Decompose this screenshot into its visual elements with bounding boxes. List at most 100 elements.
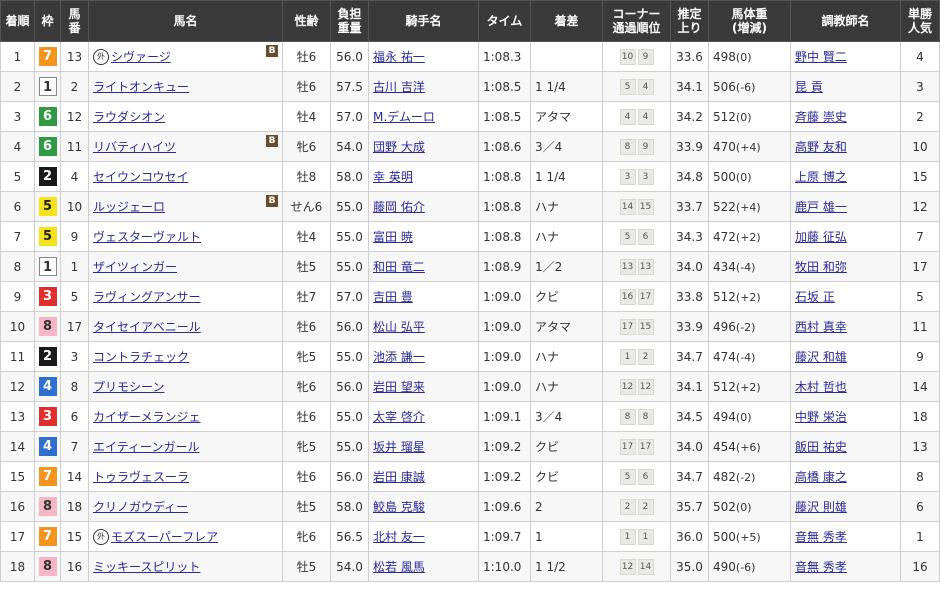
body-weight-cell: 512(0) [708,101,791,132]
corner-pos: 12 [637,379,654,395]
header-body[interactable]: 馬体重 (増減) [708,0,791,42]
trainer-link[interactable]: 飯田 祐史 [795,440,847,454]
trainer-link[interactable]: 西村 真幸 [795,320,847,334]
jockey-link[interactable]: 団野 大成 [373,140,425,154]
trainer-link[interactable]: 藤沢 則雄 [795,500,847,514]
sexage-cell: せん6 [282,191,331,222]
horse-name-link[interactable]: クリノガウディー [93,500,188,514]
trainer-link[interactable]: 音無 秀孝 [795,560,847,574]
trainer-link[interactable]: 高野 友和 [795,140,847,154]
jockey-link[interactable]: 池添 謙一 [373,350,425,364]
trainer-link[interactable]: 音無 秀孝 [795,530,847,544]
header-last[interactable]: 推定 上り [670,0,709,42]
header-umaban[interactable]: 馬番 [60,0,89,42]
trainer-link[interactable]: 中野 栄治 [795,410,847,424]
horse-name-link[interactable]: タイセイアベニール [93,320,201,334]
jockey-link[interactable]: 太宰 啓介 [373,410,425,424]
header-pop[interactable]: 単勝 人気 [900,0,940,42]
horse-name-link[interactable]: ラヴィングアンサー [93,290,201,304]
horse-name-link[interactable]: リバティハイツ [93,140,176,154]
last-3f-cell: 34.0 [670,251,709,282]
jockey-link[interactable]: 坂井 瑠星 [373,440,425,454]
trainer-link[interactable]: 斉藤 崇史 [795,110,847,124]
umaban-cell: 14 [60,461,89,492]
jockey-link[interactable]: 吉田 豊 [373,290,413,304]
horse-name-link[interactable]: ルッジェーロ [93,200,165,214]
jockey-link[interactable]: 岩田 康誠 [373,470,425,484]
corner-pos: 14 [637,559,654,575]
rank-cell: 8 [0,251,35,282]
body-weight: 496 [713,319,736,334]
sexage-cell: 牡6 [282,461,331,492]
header-trainer[interactable]: 調教師名 [790,0,901,42]
result-rows: 1 7 13 外シヴァージ B 牡6 56.0 福永 祐一 1:08.3 10 9 33.6 498(0… [0,41,940,582]
trainer-link[interactable]: 木村 哲也 [795,380,847,394]
horse-name-link[interactable]: カイザーメランジェ [93,410,201,424]
horse-name-link[interactable]: プリモシーン [93,380,164,394]
header-margin[interactable]: 着差 [530,0,603,42]
trainer-link[interactable]: 石坂 正 [795,290,835,304]
horse-name-link[interactable]: ヴェスターヴァルト [93,230,201,244]
body-weight: 500 [713,529,736,544]
trainer-link[interactable]: 昆 貢 [795,80,823,94]
trainer-link[interactable]: 高橋 康之 [795,470,847,484]
header-jockey[interactable]: 騎手名 [368,0,479,42]
jockey-link[interactable]: 北村 友一 [373,530,425,544]
horse-name-link[interactable]: ザイツィンガー [93,260,177,274]
jockey-link[interactable]: 幸 英明 [373,170,413,184]
jockey-link[interactable]: 岩田 望来 [373,380,425,394]
weight-cell: 57.0 [330,101,369,132]
trainer-link[interactable]: 鹿戸 雄一 [795,200,847,214]
trainer-link[interactable]: 牧田 和弥 [795,260,847,274]
body-weight-change: (0) [735,500,752,514]
jockey-link[interactable]: M.デムーロ [373,110,435,124]
trainer-link[interactable]: 野中 賢二 [795,50,847,64]
jockey-link[interactable]: 松若 風馬 [373,560,425,574]
horse-name-link[interactable]: ライトオンキュー [93,80,189,94]
horse-name-link[interactable]: ミッキースピリット [93,560,200,574]
jockey-cell: 団野 大成 [368,131,479,162]
sexage-cell: 牡5 [282,251,331,282]
corner-pos: 8 [619,409,636,425]
jockey-link[interactable]: 福永 祐一 [373,50,425,64]
horse-name-link[interactable]: モズスーパーフレア [111,530,218,544]
last-3f-cell: 34.7 [670,461,709,492]
horse-name-link[interactable]: エイティーンガール [93,440,199,454]
horse-name-link[interactable]: シヴァージ [111,50,171,64]
body-weight-cell: 454(+6) [708,431,791,462]
trainer-link[interactable]: 藤沢 和雄 [795,350,847,364]
header-waku[interactable]: 枠 [34,0,61,42]
last-3f-cell: 34.5 [670,401,709,432]
header-name[interactable]: 馬名 [88,0,283,42]
umaban-cell: 3 [60,341,89,372]
horse-name-cell: コントラチェック [88,341,283,372]
popularity-cell: 9 [900,341,940,372]
header-rank[interactable]: 着順 [0,0,35,42]
jockey-link[interactable]: 和田 竜二 [373,260,425,274]
table-row: 9 3 5 ラヴィングアンサー 牡7 57.0 吉田 豊 1:09.0 クビ 16 17 33.8 51… [0,281,940,312]
jockey-link[interactable]: 松山 弘平 [373,320,425,334]
margin-cell: クビ [530,461,603,492]
corner-positions: 11 [619,528,655,545]
jockey-link[interactable]: 藤岡 佑介 [373,200,425,214]
horse-name-cell: 外モズスーパーフレア [88,521,283,552]
jockey-cell: 藤岡 佑介 [368,191,479,222]
header-time[interactable]: タイム [478,0,531,42]
corner-pos: 1 [637,529,654,545]
trainer-link[interactable]: 上原 博之 [795,170,847,184]
horse-name-link[interactable]: セイウンコウセイ [93,170,189,184]
horse-name-link[interactable]: トゥラヴェスーラ [93,470,189,484]
corner-positions: 44 [619,108,655,125]
header-weight[interactable]: 負担 重量 [330,0,369,42]
horse-name-link[interactable]: コントラチェック [93,350,189,364]
jockey-link[interactable]: 富田 暁 [373,230,413,244]
jockey-link[interactable]: 古川 吉洋 [373,80,425,94]
header-corner[interactable]: コーナー 通過順位 [602,0,671,42]
horse-name-cell: カイザーメランジェ [88,401,283,432]
corner-positions: 33 [619,168,655,185]
header-sexage[interactable]: 性齢 [282,0,331,42]
horse-name-link[interactable]: ラウダシオン [93,110,165,124]
trainer-link[interactable]: 加藤 征弘 [795,230,847,244]
jockey-link[interactable]: 鮫島 克駿 [373,500,425,514]
corner-pos: 5 [619,229,636,245]
